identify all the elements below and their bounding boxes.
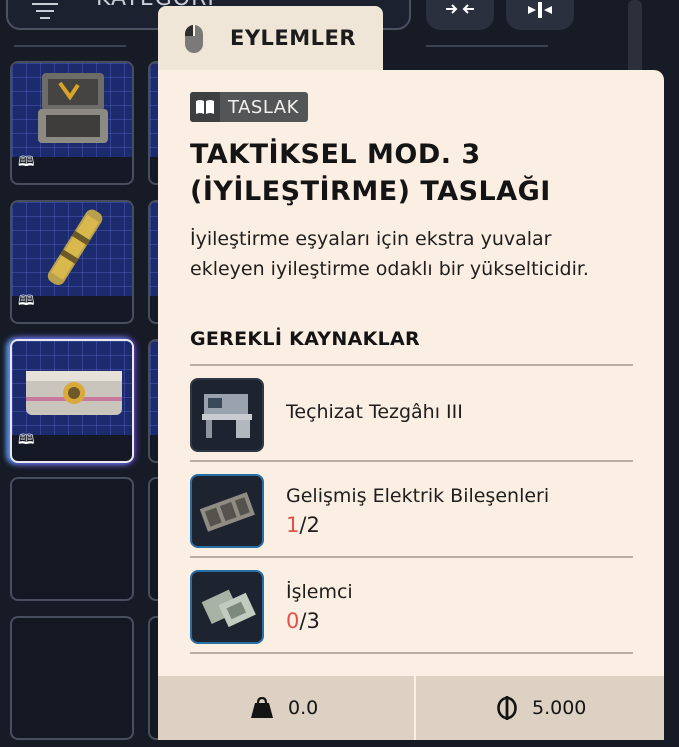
container-item-icon bbox=[26, 371, 122, 415]
required-count: 2 bbox=[306, 513, 320, 537]
requirement-row: İşlemci 0/3 bbox=[190, 559, 633, 653]
filter-icon bbox=[32, 3, 58, 19]
value-stat: 5.000 bbox=[496, 676, 586, 740]
type-badge: TASLAK bbox=[190, 92, 308, 122]
weight-icon bbox=[251, 697, 273, 718]
collapse-button[interactable] bbox=[426, 0, 494, 30]
scrollbar[interactable] bbox=[628, 0, 642, 80]
owned-count: 1 bbox=[286, 513, 300, 537]
divider bbox=[190, 460, 633, 462]
requirement-name: Teçhizat Tezgâhı III bbox=[286, 401, 463, 423]
weight-value: 0.0 bbox=[288, 697, 319, 719]
item-title: TAKTİKSEL MOD. 3 (İYİLEŞTİRME) TASLAĞI bbox=[190, 136, 650, 210]
item-tooltip: TASLAK TAKTİKSEL MOD. 3 (İYİLEŞTİRME) TA… bbox=[158, 70, 664, 678]
case-item-icon bbox=[38, 73, 108, 143]
actions-tab[interactable]: EYLEMLER bbox=[158, 6, 383, 72]
item-thumbnail bbox=[12, 341, 132, 435]
divider bbox=[190, 556, 633, 558]
divider bbox=[14, 45, 126, 47]
requirements-heading: GEREKLİ KAYNAKLAR bbox=[190, 328, 420, 350]
divider bbox=[414, 676, 416, 740]
item-thumbnail bbox=[12, 202, 132, 296]
collapse-arrows-icon bbox=[446, 4, 474, 14]
currency-icon bbox=[497, 696, 517, 720]
tooltip-footer: 0.0 5.000 bbox=[158, 676, 664, 740]
divider bbox=[426, 45, 548, 47]
requirement-row: Teçhizat Tezgâhı III bbox=[190, 367, 633, 461]
required-count: 3 bbox=[306, 609, 320, 633]
inventory-slot-empty[interactable] bbox=[10, 616, 134, 740]
actions-tab-label: EYLEMLER bbox=[230, 26, 357, 50]
book-icon bbox=[190, 92, 220, 122]
weight-stat: 0.0 bbox=[250, 676, 318, 740]
workbench-icon bbox=[190, 378, 264, 452]
inventory-slot-selected[interactable]: 🕮 bbox=[10, 339, 134, 463]
blueprint-book-icon: 🕮 bbox=[18, 154, 35, 170]
requirement-name: İşlemci bbox=[286, 581, 353, 603]
inventory-slot-empty[interactable] bbox=[10, 477, 134, 601]
item-title-line: TAKTİKSEL MOD. 3 bbox=[190, 139, 481, 170]
sort-arrows-icon bbox=[528, 2, 552, 18]
blueprint-book-icon: 🕮 bbox=[18, 432, 35, 448]
item-title-line: (İYİLEŞTİRME) TASLAĞI bbox=[190, 176, 551, 207]
owned-count: 0 bbox=[286, 609, 300, 633]
value-amount: 5.000 bbox=[532, 697, 587, 719]
divider bbox=[190, 364, 633, 366]
inventory-slot[interactable]: 🕮 bbox=[10, 200, 134, 324]
badge-label: TASLAK bbox=[228, 96, 299, 118]
requirement-name: Gelişmiş Elektrik Bileşenleri bbox=[286, 485, 550, 507]
electrical-components-icon bbox=[190, 474, 264, 548]
requirement-count: 1/2 bbox=[286, 513, 320, 537]
blueprint-book-icon: 🕮 bbox=[18, 293, 35, 309]
inventory-slot[interactable]: 🕮 bbox=[10, 61, 134, 185]
requirement-row: Gelişmiş Elektrik Bileşenleri 1/2 bbox=[190, 463, 633, 557]
item-thumbnail bbox=[12, 63, 132, 157]
divider bbox=[190, 652, 633, 654]
cylinder-item-icon bbox=[47, 209, 103, 286]
requirement-count: 0/3 bbox=[286, 609, 320, 633]
item-description: İyileştirme eşyaları için ekstra yuvalar… bbox=[190, 228, 589, 280]
sort-button[interactable] bbox=[506, 0, 574, 30]
mouse-icon bbox=[185, 25, 203, 53]
processor-icon bbox=[190, 570, 264, 644]
